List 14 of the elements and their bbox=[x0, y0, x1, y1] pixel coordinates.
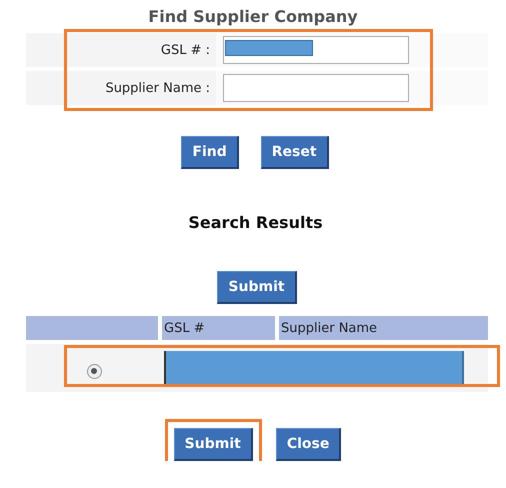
field-label: Supplier Name : bbox=[104, 80, 211, 96]
radio-button[interactable] bbox=[86, 364, 102, 378]
section-heading: Search Results bbox=[187, 213, 324, 232]
input-field[interactable] bbox=[223, 36, 409, 64]
input-field[interactable] bbox=[223, 74, 409, 102]
field-label: GSL # : bbox=[160, 42, 211, 58]
action-button[interactable]: Submit bbox=[174, 428, 253, 461]
action-button[interactable]: Find bbox=[181, 136, 239, 169]
action-button[interactable]: Close bbox=[276, 428, 342, 461]
column-header: GSL # bbox=[162, 316, 275, 340]
action-button[interactable]: Reset bbox=[260, 136, 329, 169]
column-header: Supplier Name bbox=[279, 316, 488, 340]
action-button[interactable]: Submit bbox=[217, 271, 297, 304]
page-title: Find Supplier Company bbox=[147, 6, 359, 28]
